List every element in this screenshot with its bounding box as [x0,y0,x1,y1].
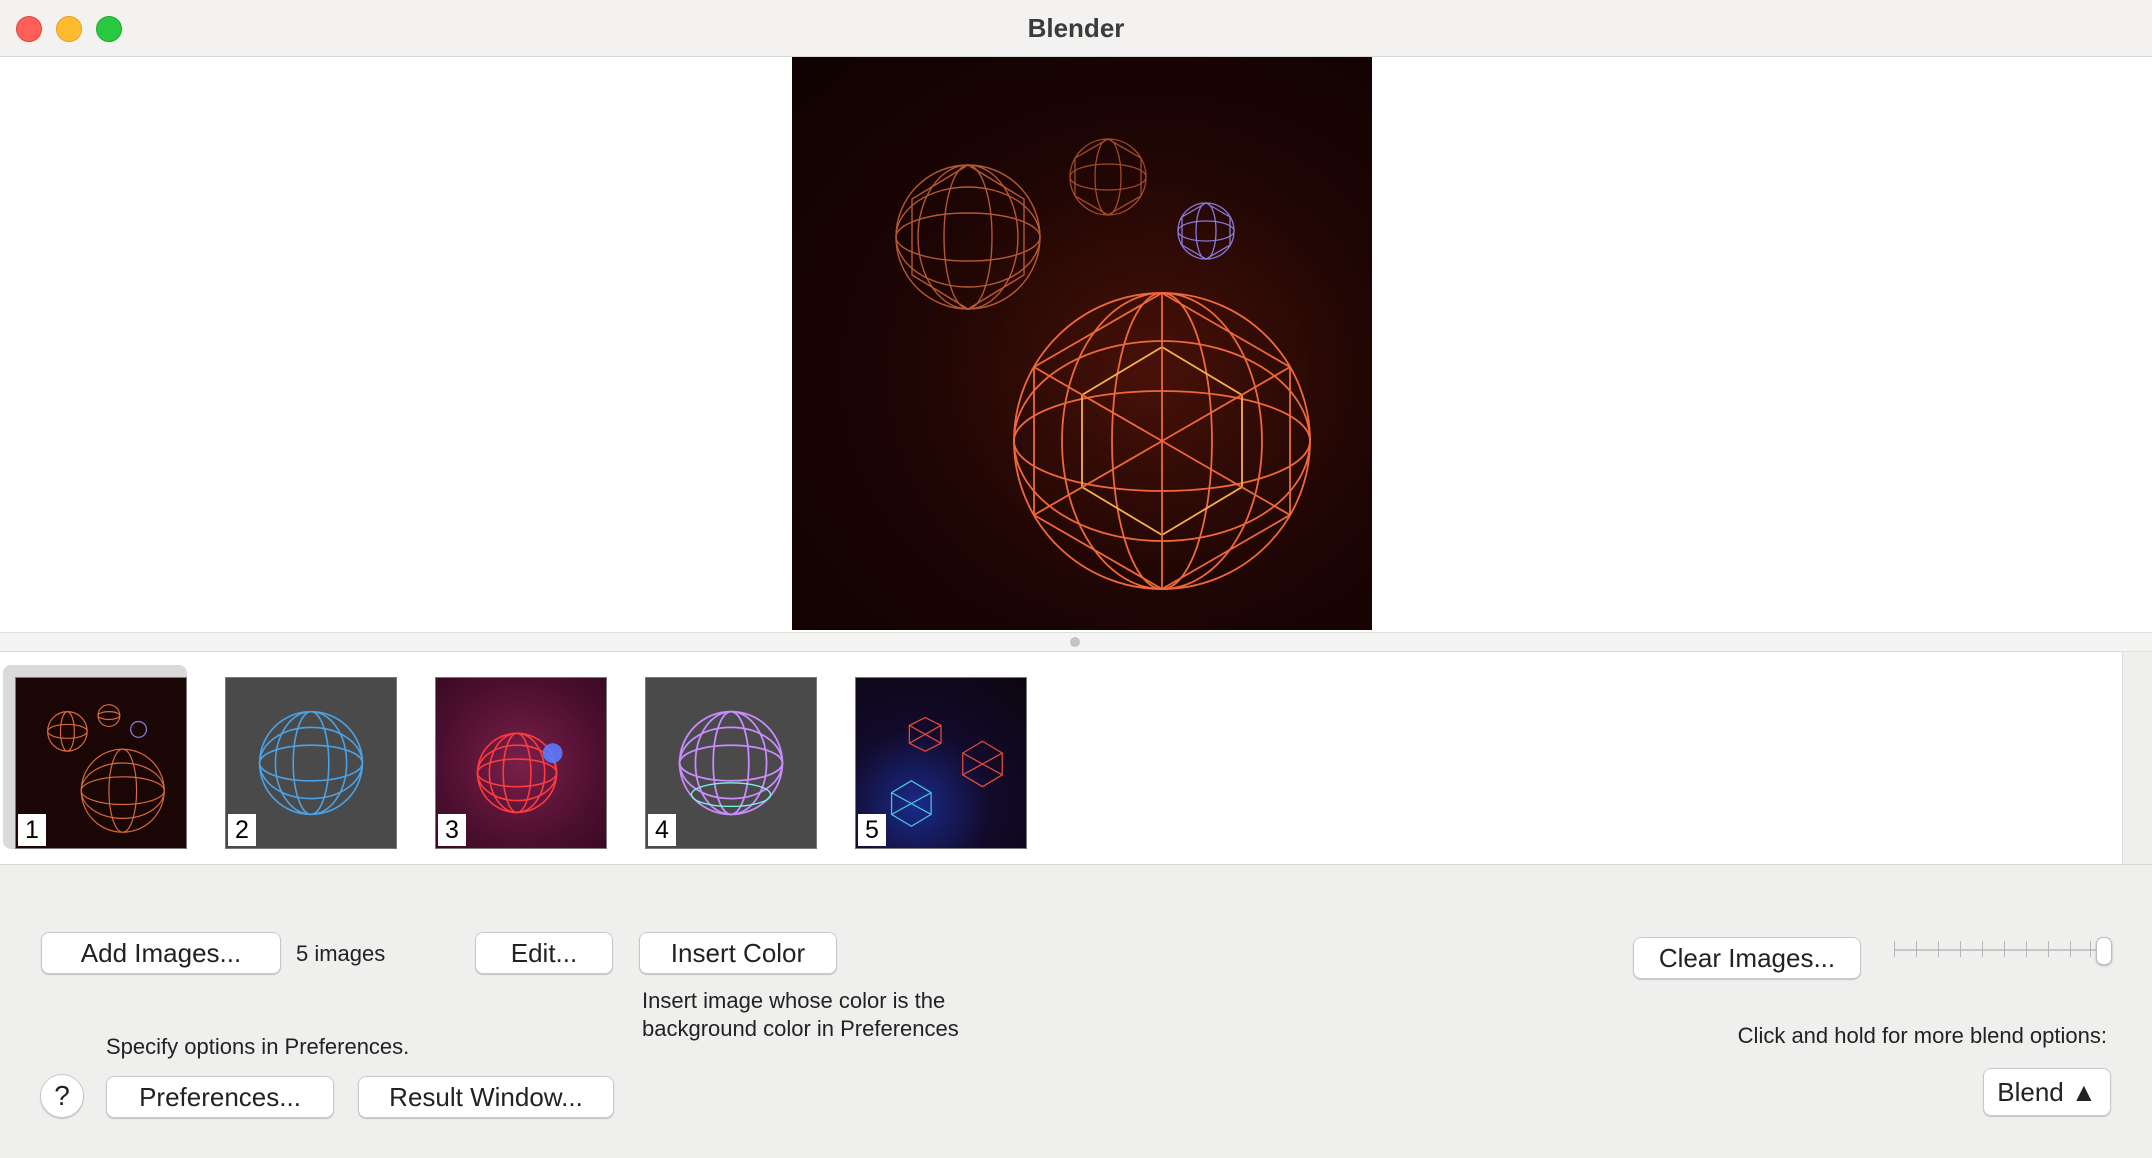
blender-window: Blender 1 2 3 4 5 Add Images... 5 images… [0,0,2152,1158]
preview-image [792,57,1372,630]
thumbnail-item[interactable]: 5 [843,665,1027,849]
thumbnail-item[interactable]: 1 [3,665,187,849]
slider-knob[interactable] [2096,937,2112,965]
title-bar: Blender [0,0,2152,57]
insert-color-button[interactable]: Insert Color [639,932,837,974]
thumbnail-image[interactable]: 4 [645,677,817,849]
blend-options-hint: Click and hold for more blend options: [1737,1023,2107,1048]
thumbnail-image[interactable]: 5 [855,677,1027,849]
split-view-divider[interactable] [0,632,2152,652]
preview-area [0,57,2152,632]
divider-handle[interactable] [1070,637,1080,647]
blend-mode-button[interactable]: Blend ▲ [1983,1068,2111,1116]
image-count-label: 5 images [296,941,386,966]
insert-color-hint-line1: Insert image whose color is the [642,988,946,1013]
image-thumbnail-strip[interactable]: 1 2 3 4 5 [0,651,2123,865]
thumbnail-item[interactable]: 3 [423,665,607,849]
thumbnail-number: 3 [438,814,466,846]
thumbnail-number: 1 [18,814,46,846]
thumbnail-image[interactable]: 3 [435,677,607,849]
control-panel: Add Images... 5 images Edit... Insert Co… [0,864,2152,1158]
wireframe-spheres-graphic [792,57,1372,630]
specify-options-label: Specify options in Preferences. [106,1034,410,1059]
thumbnail-image[interactable]: 1 [15,677,187,849]
preferences-button[interactable]: Preferences... [106,1076,334,1118]
clear-images-button[interactable]: Clear Images... [1633,937,1861,979]
edit-button[interactable]: Edit... [475,932,613,974]
insert-color-hint-line2: background color in Preferences [642,1016,959,1041]
thumbnail-item[interactable]: 2 [213,665,397,849]
thumbnail-item[interactable]: 4 [633,665,817,849]
thumbnail-image[interactable]: 2 [225,677,397,849]
blend-amount-slider[interactable] [1890,933,2112,969]
help-button[interactable]: ? [40,1074,84,1118]
thumbnail-number: 5 [858,814,886,846]
thumbnail-number: 2 [228,814,256,846]
result-window-button[interactable]: Result Window... [358,1076,614,1118]
thumbnail-number: 4 [648,814,676,846]
add-images-button[interactable]: Add Images... [41,932,281,974]
window-title: Blender [1027,13,1125,43]
